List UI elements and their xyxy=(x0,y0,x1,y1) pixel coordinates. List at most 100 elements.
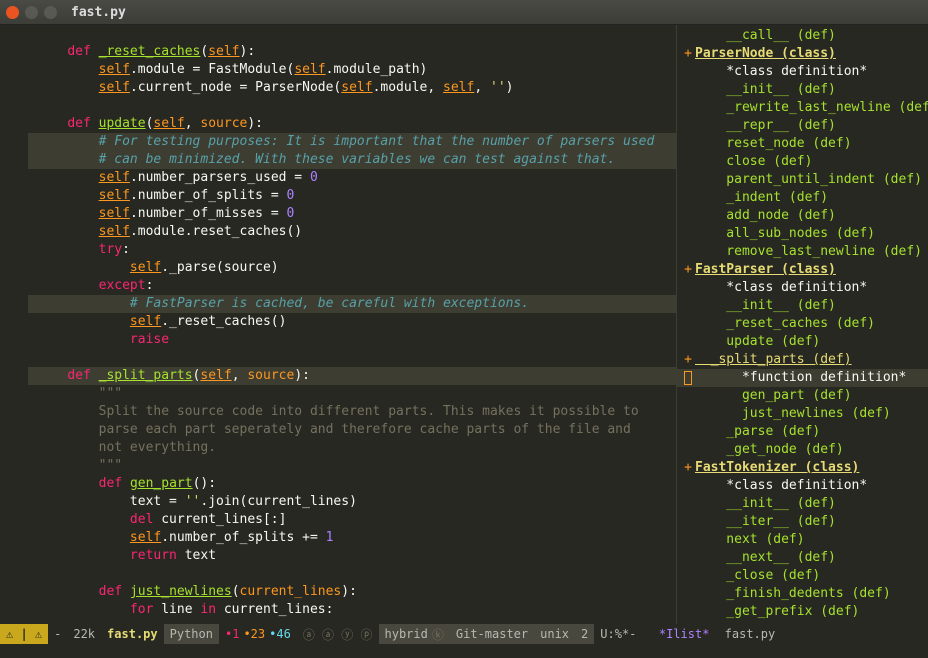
code-content: parse each part seperately and therefore… xyxy=(28,421,631,439)
code-content: raise xyxy=(28,331,169,349)
outline-gutter: + xyxy=(681,45,695,63)
outline-item[interactable]: _indent (def) xyxy=(677,189,928,207)
outline-label: _close (def) xyxy=(695,567,820,585)
outline-item[interactable]: +ParserNode (class) xyxy=(677,45,928,63)
outline-item[interactable]: next (def) xyxy=(677,531,928,549)
code-line[interactable]: def _reset_caches(self): xyxy=(0,43,676,61)
outline-item[interactable]: reset_node (def) xyxy=(677,135,928,153)
code-line[interactable]: # For testing purposes: It is important … xyxy=(0,133,676,151)
code-line[interactable] xyxy=(0,25,676,43)
outline-item[interactable]: __init__ (def) xyxy=(677,495,928,513)
status-flycheck[interactable]: •1 •23 •46 xyxy=(219,624,297,644)
code-line[interactable]: self._reset_caches() xyxy=(0,313,676,331)
code-line[interactable]: self.number_of_splits += 1 xyxy=(0,529,676,547)
outline-item[interactable]: add_node (def) xyxy=(677,207,928,225)
code-line[interactable]: text = ''.join(current_lines) xyxy=(0,493,676,511)
code-line[interactable]: def gen_part(): xyxy=(0,475,676,493)
outline-item[interactable]: __iter__ (def) xyxy=(677,513,928,531)
outline-label: __init__ (def) xyxy=(695,81,836,99)
outline-item[interactable]: _rewrite_last_newline (def) xyxy=(677,99,928,117)
outline-item[interactable]: __next__ (def) xyxy=(677,549,928,567)
status-encoding: unix xyxy=(534,624,575,644)
minibuffer[interactable] xyxy=(0,644,928,658)
outline-label: update (def) xyxy=(695,333,820,351)
outline-item[interactable]: just_newlines (def) xyxy=(677,405,928,423)
outline-item[interactable]: *function definition* xyxy=(677,369,928,387)
code-line[interactable]: """ xyxy=(0,385,676,403)
code-line[interactable]: def _split_parts(self, source): xyxy=(0,367,676,385)
code-content: def update(self, source): xyxy=(28,115,263,133)
code-content: # can be minimized. With these variables… xyxy=(28,151,615,169)
outline-gutter xyxy=(681,225,695,243)
status-git-branch[interactable]: Git-master xyxy=(450,624,534,644)
code-content: self.number_of_misses = 0 xyxy=(28,205,294,223)
code-line[interactable] xyxy=(0,565,676,583)
outline-item[interactable]: *class definition* xyxy=(677,279,928,297)
outline-item[interactable]: *class definition* xyxy=(677,63,928,81)
outline-item[interactable]: *class definition* xyxy=(677,477,928,495)
code-line[interactable]: # can be minimized. With these variables… xyxy=(0,151,676,169)
code-editor[interactable]: def _reset_caches(self): self.module = F… xyxy=(0,25,676,624)
status-filesize: 22k xyxy=(67,624,101,644)
status-major-mode[interactable]: Python xyxy=(164,624,219,644)
outline-item[interactable]: remove_last_newline (def) xyxy=(677,243,928,261)
code-line[interactable]: self.module = FastModule(self.module_pat… xyxy=(0,61,676,79)
code-line[interactable]: self.current_node = ParserNode(self.modu… xyxy=(0,79,676,97)
outline-item[interactable]: parent_until_indent (def) xyxy=(677,171,928,189)
outline-item[interactable]: _get_prefix (def) xyxy=(677,603,928,621)
code-line[interactable]: self.number_of_splits = 0 xyxy=(0,187,676,205)
outline-item[interactable]: __call__ (def) xyxy=(677,27,928,45)
outline-item[interactable]: +FastParser (class) xyxy=(677,261,928,279)
code-line[interactable]: def just_newlines(current_lines): xyxy=(0,583,676,601)
code-line[interactable]: del current_lines[:] xyxy=(0,511,676,529)
outline-item[interactable]: __init__ (def) xyxy=(677,297,928,315)
outline-item[interactable]: _reset_caches (def) xyxy=(677,315,928,333)
code-line[interactable]: return text xyxy=(0,547,676,565)
maximize-icon[interactable] xyxy=(44,6,57,19)
code-content: Split the source code into different par… xyxy=(28,403,639,421)
window-title: fast.py xyxy=(71,5,126,20)
outline-item[interactable]: _finish_dedents (def) xyxy=(677,585,928,603)
outline-label: _parse (def) xyxy=(695,423,820,441)
code-line[interactable]: """ xyxy=(0,457,676,475)
outline-label: *class definition* xyxy=(695,477,867,495)
close-icon[interactable] xyxy=(6,6,19,19)
code-line[interactable]: try: xyxy=(0,241,676,259)
code-line[interactable]: self.number_of_misses = 0 xyxy=(0,205,676,223)
outline-item[interactable]: _get_node (def) xyxy=(677,441,928,459)
code-line[interactable]: self._parse(source) xyxy=(0,259,676,277)
outline-item[interactable]: all_sub_nodes (def) xyxy=(677,225,928,243)
outline-item[interactable]: +FastTokenizer (class) xyxy=(677,459,928,477)
code-line[interactable]: not everything. xyxy=(0,439,676,457)
outline-label: _get_node (def) xyxy=(695,441,844,459)
outline-item[interactable]: __repr__ (def) xyxy=(677,117,928,135)
code-line[interactable]: def update(self, source): xyxy=(0,115,676,133)
code-content: self._reset_caches() xyxy=(28,313,286,331)
code-line[interactable]: # FastParser is cached, be careful with … xyxy=(0,295,676,313)
status-bar: ⚠ | ⚠ - 22k fast.py Python •1 •23 •46 ⓐ … xyxy=(0,624,928,644)
outline-item[interactable]: + _split_parts (def) xyxy=(677,351,928,369)
outline-item[interactable]: gen_part (def) xyxy=(677,387,928,405)
code-line[interactable]: for line in current_lines: xyxy=(0,601,676,619)
outline-item[interactable]: __init__ (def) xyxy=(677,81,928,99)
status-warnings[interactable]: ⚠ | ⚠ xyxy=(0,624,48,644)
status-percent: 2 xyxy=(575,624,594,644)
outline-item[interactable]: _parse (def) xyxy=(677,423,928,441)
code-line[interactable]: except: xyxy=(0,277,676,295)
status-position: - xyxy=(48,624,67,644)
outline-sidebar[interactable]: __call__ (def)+ParserNode (class) *class… xyxy=(676,25,928,624)
code-line[interactable]: self.number_parsers_used = 0 xyxy=(0,169,676,187)
outline-label: parent_until_indent (def) xyxy=(695,171,922,189)
code-line[interactable]: self.module.reset_caches() xyxy=(0,223,676,241)
code-line[interactable]: Split the source code into different par… xyxy=(0,403,676,421)
code-line[interactable] xyxy=(0,97,676,115)
minimize-icon[interactable] xyxy=(25,6,38,19)
outline-gutter xyxy=(681,189,695,207)
outline-item[interactable]: close (def) xyxy=(677,153,928,171)
outline-item[interactable]: update (def) xyxy=(677,333,928,351)
code-line[interactable]: raise xyxy=(0,331,676,349)
code-line[interactable] xyxy=(0,349,676,367)
code-line[interactable]: parse each part seperately and therefore… xyxy=(0,421,676,439)
code-content: # For testing purposes: It is important … xyxy=(28,133,654,151)
outline-item[interactable]: _close (def) xyxy=(677,567,928,585)
